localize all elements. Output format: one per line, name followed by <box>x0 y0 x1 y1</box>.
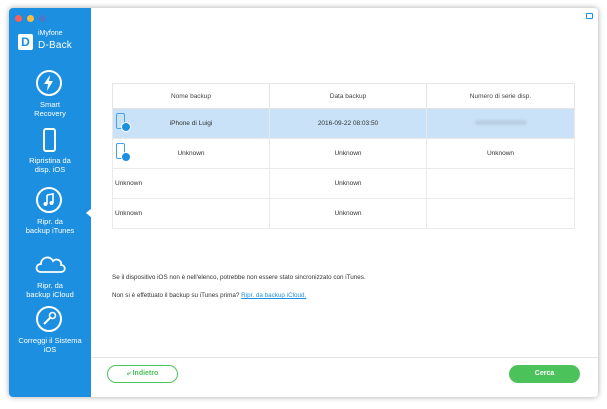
backup-date: Unknown <box>269 168 427 199</box>
sidebar-item-fix-ios[interactable]: Correggi il Sistema iOS <box>9 306 91 360</box>
backup-name: iPhone di Luigi <box>169 120 213 127</box>
column-header-date[interactable]: Data backup <box>269 83 427 109</box>
info-no-backup-text: Non si è effettuato il backup su iTunes … <box>112 292 240 299</box>
sidebar-item-label: disp. iOS <box>34 165 66 174</box>
sidebar-item-icloud-backup[interactable]: Ripr. da backup iCloud <box>9 252 91 306</box>
sidebar-item-label: Ripristina da <box>29 156 71 165</box>
backup-name: Unknown <box>177 150 205 157</box>
icloud-backup-link[interactable]: Ripr. da backup iCloud. <box>241 292 306 299</box>
backup-name: Unknown <box>112 198 270 229</box>
music-note-icon <box>36 187 62 213</box>
redacted-serial <box>474 120 527 125</box>
backup-date: 2016-09-22 08:03:50 <box>269 108 427 139</box>
cloud-icon <box>33 252 67 279</box>
table-row[interactable]: Unknown Unknown <box>112 198 575 229</box>
app-window: D iMyfone D-Back Smart Recovery Ripristi… <box>9 8 598 397</box>
minimize-window-button[interactable] <box>27 15 34 22</box>
column-header-name[interactable]: Nome backup <box>112 83 270 109</box>
backup-serial <box>426 108 575 139</box>
brand-product: D-Back <box>38 40 72 51</box>
zoom-window-button[interactable] <box>39 15 46 22</box>
sidebar-item-smart-recovery[interactable]: Smart Recovery <box>9 70 91 124</box>
brand-logo-icon: D <box>18 34 33 50</box>
backup-name-cell: iPhone di Luigi <box>112 108 270 139</box>
brand: D iMyfone D-Back <box>18 30 90 58</box>
search-button[interactable]: Cerca <box>509 365 580 383</box>
sidebar-item-label: Correggi il Sistema <box>18 336 82 345</box>
backup-serial: Unknown <box>426 138 575 169</box>
sidebar-item-label: backup iTunes <box>25 226 75 235</box>
sidebar-item-label: iOS <box>43 345 57 354</box>
brand-company: iMyfone <box>38 30 63 37</box>
table-header-row: Nome backup Data backup Numero di serie … <box>112 83 575 109</box>
sidebar-item-label: Ripr. da <box>37 281 63 290</box>
sidebar-item-label: backup iCloud <box>26 290 74 299</box>
back-arrow-icon: ⤶ <box>126 370 131 377</box>
sidebar-item-itunes-backup[interactable]: Ripr. da backup iTunes <box>9 187 91 241</box>
main-content: Nome backup Data backup Numero di serie … <box>91 8 598 397</box>
sidebar-item-restore-device[interactable]: Ripristina da disp. iOS <box>9 128 91 182</box>
sidebar-item-label: Ripr. da <box>37 217 63 226</box>
lock-icon <box>121 122 131 132</box>
back-button[interactable]: ⤶ Indietro <box>107 365 178 383</box>
backup-table: Nome backup Data backup Numero di serie … <box>112 83 575 229</box>
feedback-icon[interactable] <box>586 13 593 19</box>
column-header-serial[interactable]: Numero di serie disp. <box>426 83 575 109</box>
table-row[interactable]: Unknown Unknown <box>112 168 575 199</box>
sidebar: D iMyfone D-Back Smart Recovery Ripristi… <box>9 8 92 397</box>
table-row[interactable]: Unknown Unknown Unknown <box>112 138 575 169</box>
table-row[interactable]: iPhone di Luigi 2016-09-22 08:03:50 <box>112 108 575 139</box>
info-not-listed: Se il dispositivo iOS non è nell'elenco,… <box>112 274 366 281</box>
close-window-button[interactable] <box>15 15 22 22</box>
backup-name-cell: Unknown <box>112 138 270 169</box>
music-note-icon <box>121 152 131 162</box>
backup-serial <box>426 198 575 229</box>
sidebar-item-label: Recovery <box>34 109 66 118</box>
wrench-icon <box>36 306 62 332</box>
back-button-label: Indietro <box>132 370 159 377</box>
sidebar-item-label: Smart <box>39 100 60 109</box>
lightning-icon <box>36 70 62 96</box>
backup-serial <box>426 168 575 199</box>
info-no-backup: Non si è effettuato il backup su iTunes … <box>112 292 306 299</box>
backup-date: Unknown <box>269 198 427 229</box>
backup-name: Unknown <box>112 168 270 199</box>
phone-icon <box>43 128 56 152</box>
backup-date: Unknown <box>269 138 427 169</box>
footer-bar: ⤶ Indietro Cerca <box>91 357 598 397</box>
